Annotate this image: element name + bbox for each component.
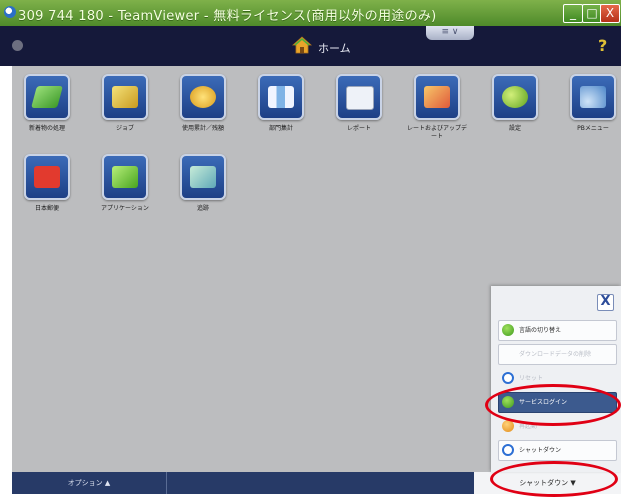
popup-close-button[interactable]: X — [597, 294, 614, 311]
tile-glyph — [112, 166, 138, 188]
tile-jobs[interactable]: ジョブ — [94, 74, 156, 133]
popup-item-label: 言語の切り替え — [519, 327, 562, 334]
tile-label: 日本郵便 — [34, 205, 59, 212]
annotation-ellipse-shutdown — [490, 461, 618, 497]
tile-glyph — [502, 86, 528, 108]
map-icon — [258, 74, 304, 120]
tile-label: 新着物の処理 — [28, 125, 65, 132]
gears-icon — [492, 74, 538, 120]
tile-usage-totals[interactable]: 使用累計／残額 — [172, 74, 234, 133]
tile-glyph — [268, 86, 294, 108]
close-window-button[interactable]: X — [600, 4, 620, 23]
a-plus-icon — [102, 154, 148, 200]
tile-label: アプリケーション — [101, 205, 149, 212]
tile-applications[interactable]: アプリケーション — [94, 154, 156, 213]
tile-report[interactable]: レポート — [328, 74, 390, 133]
tile-glyph — [31, 86, 63, 108]
popup-item-label: リセット — [519, 375, 544, 382]
window-titlebar: 309 744 180 - TeamViewer - 無料ライセンス(商用以外の… — [0, 0, 621, 26]
rate-update-icon — [414, 74, 460, 120]
annotation-ellipse-service-login — [485, 384, 621, 426]
japan-post-icon — [24, 154, 70, 200]
tile-label: 部門集計 — [268, 125, 293, 132]
satellite-pb-icon — [570, 74, 616, 120]
tile-label: 使用累計／残額 — [181, 125, 224, 132]
shutdown-popup-panel: X 言語の切り替え ダウンロードデータの削除 リセット サービスログイン 再起動… — [491, 286, 621, 472]
tile-glyph — [190, 166, 216, 188]
report-chart-icon — [336, 74, 382, 120]
teamviewer-icon — [4, 6, 16, 18]
tile-label: レートおよびアップデート — [406, 125, 467, 140]
tile-settings[interactable]: 設定 — [484, 74, 546, 133]
folders-icon — [102, 74, 148, 120]
tile-tracking[interactable]: 追跡 — [172, 154, 234, 213]
help-icon[interactable]: ? — [598, 36, 607, 55]
options-button[interactable]: オプション ▲ — [12, 472, 167, 494]
tile-new-mail-processing[interactable]: 新着物の処理 — [16, 74, 78, 133]
app-header: ホーム ? — [0, 26, 621, 66]
tile-glyph — [34, 166, 60, 188]
tile-department-totals[interactable]: 部門集計 — [250, 74, 312, 133]
power-icon — [502, 372, 514, 384]
tile-glyph — [346, 86, 374, 110]
tile-label: 追跡 — [196, 205, 209, 212]
tile-rate-and-update[interactable]: レートおよびアップデート — [406, 74, 468, 141]
tile-label: ジョブ — [115, 125, 134, 132]
minimize-button[interactable]: _ — [563, 4, 583, 23]
tile-glyph — [190, 86, 216, 108]
tile-glyph — [580, 86, 606, 108]
tile-pb-menu[interactable]: PBメニュー — [562, 74, 621, 133]
tile-japan-post[interactable]: 日本郵便 — [16, 154, 78, 213]
maximize-button[interactable]: □ — [582, 4, 602, 23]
popup-item-label: シャットダウン — [519, 447, 562, 454]
popup-item-label: ダウンロードデータの削除 — [519, 351, 592, 358]
menu-dot-icon[interactable] — [12, 40, 23, 51]
shutdown-button[interactable]: シャットダウン — [498, 440, 617, 461]
window-title: 309 744 180 - TeamViewer - 無料ライセンス(商用以外の… — [18, 9, 437, 24]
tile-glyph — [424, 86, 450, 108]
tracking-map-icon — [180, 154, 226, 200]
tile-label: PBメニュー — [577, 125, 609, 132]
coins-icon — [180, 74, 226, 120]
tile-label: レポート — [346, 125, 371, 132]
language-switch-icon — [502, 324, 514, 336]
language-switch-button[interactable]: 言語の切り替え — [498, 320, 617, 341]
tile-label: 設定 — [508, 125, 521, 132]
home-label[interactable]: ホーム — [318, 40, 351, 56]
home-icon[interactable] — [292, 36, 312, 54]
tile-glyph — [112, 86, 138, 108]
delete-download-data-button[interactable]: ダウンロードデータの削除 — [498, 344, 617, 365]
teamviewer-panel-tab[interactable]: ≡ ∨ — [426, 26, 474, 40]
shutdown-icon — [502, 444, 514, 456]
documents-icon — [24, 74, 70, 120]
